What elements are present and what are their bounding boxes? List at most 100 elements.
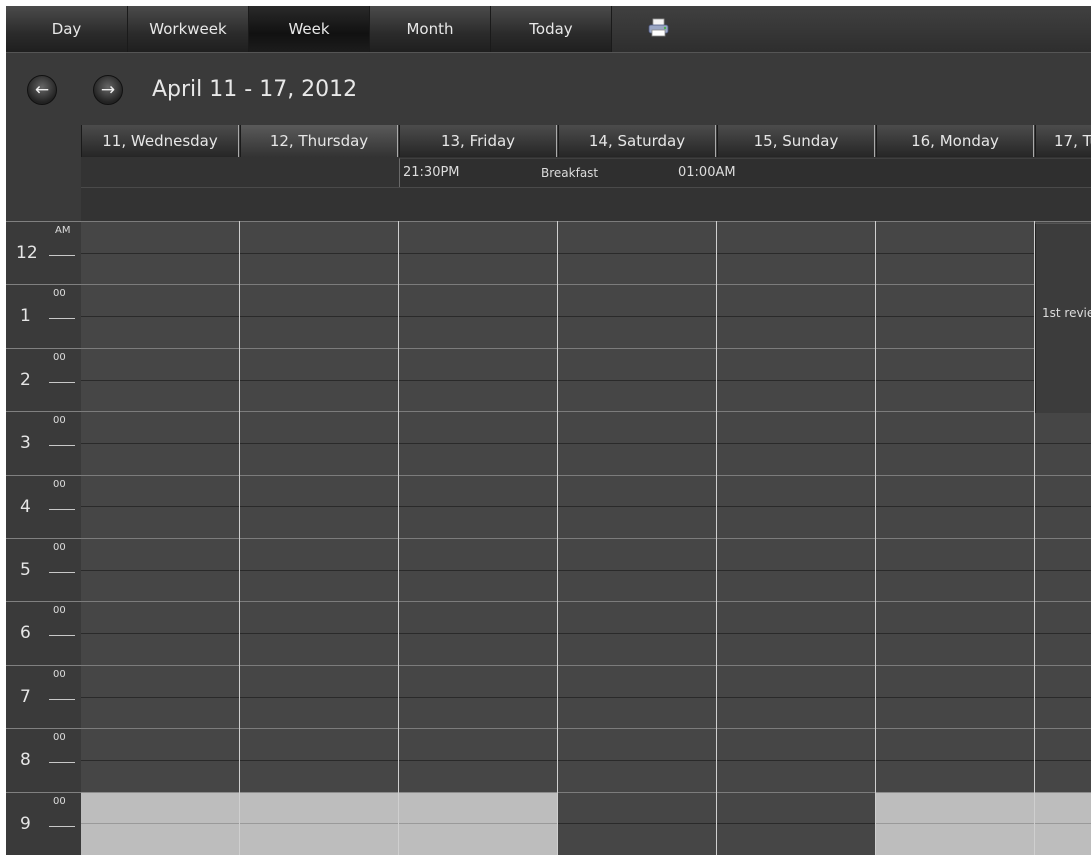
workweek-view-button[interactable]: Workweek bbox=[128, 6, 249, 52]
time-slot[interactable] bbox=[81, 601, 239, 634]
time-slot[interactable] bbox=[81, 759, 239, 792]
time-slot[interactable] bbox=[399, 538, 557, 570]
time-slot[interactable] bbox=[876, 633, 1034, 666]
time-slot[interactable] bbox=[1035, 411, 1091, 444]
time-slot[interactable] bbox=[558, 316, 716, 349]
day-header-tuesday[interactable]: 17, Tuesday bbox=[1035, 125, 1091, 157]
time-slot[interactable] bbox=[399, 633, 557, 666]
time-slot[interactable] bbox=[1035, 696, 1091, 729]
time-slot[interactable] bbox=[240, 791, 398, 824]
time-slot[interactable] bbox=[399, 347, 557, 380]
time-slot[interactable] bbox=[717, 633, 875, 666]
time-slot[interactable] bbox=[399, 664, 557, 697]
time-slot[interactable] bbox=[81, 411, 239, 444]
day-header-monday[interactable]: 16, Monday bbox=[876, 125, 1034, 157]
time-slot[interactable] bbox=[1035, 601, 1091, 634]
day-header-sunday[interactable]: 15, Sunday bbox=[717, 125, 875, 157]
time-slot[interactable] bbox=[876, 379, 1034, 412]
time-slot[interactable] bbox=[240, 252, 398, 285]
time-slot[interactable] bbox=[558, 601, 716, 634]
time-slot[interactable] bbox=[81, 569, 239, 602]
day-header-friday[interactable]: 13, Friday bbox=[399, 125, 557, 157]
time-slot[interactable] bbox=[399, 569, 557, 602]
time-slot[interactable] bbox=[399, 759, 557, 792]
day-header-thursday[interactable]: 12, Thursday bbox=[240, 125, 398, 157]
time-slot[interactable] bbox=[717, 347, 875, 380]
time-slot[interactable] bbox=[558, 474, 716, 507]
time-slot[interactable] bbox=[876, 411, 1034, 444]
time-slot[interactable] bbox=[558, 759, 716, 792]
time-slot[interactable] bbox=[717, 601, 875, 634]
time-slot[interactable] bbox=[717, 664, 875, 697]
time-slot[interactable] bbox=[558, 823, 716, 855]
time-slot[interactable] bbox=[876, 759, 1034, 792]
time-slot[interactable] bbox=[240, 759, 398, 792]
month-view-button[interactable]: Month bbox=[370, 6, 491, 52]
time-slot[interactable] bbox=[876, 569, 1034, 602]
time-slot[interactable] bbox=[717, 474, 875, 507]
time-slot[interactable] bbox=[399, 696, 557, 729]
time-slot[interactable] bbox=[717, 759, 875, 792]
time-slot[interactable] bbox=[717, 506, 875, 539]
time-slot[interactable] bbox=[240, 664, 398, 697]
time-slot[interactable] bbox=[558, 347, 716, 380]
time-slot[interactable] bbox=[240, 506, 398, 539]
time-slot[interactable] bbox=[81, 791, 239, 824]
time-slot[interactable] bbox=[876, 664, 1034, 697]
time-slot[interactable] bbox=[876, 347, 1034, 380]
day-view-button[interactable]: Day bbox=[6, 6, 128, 52]
day-header-wednesday[interactable]: 11, Wednesday bbox=[81, 125, 239, 157]
all-day-event[interactable]: 21:30PM Breakfast 01:00AM bbox=[399, 158, 1091, 187]
time-slot[interactable] bbox=[876, 284, 1034, 317]
time-slot[interactable] bbox=[240, 379, 398, 412]
time-slot[interactable] bbox=[717, 316, 875, 349]
time-slot[interactable] bbox=[558, 791, 716, 824]
time-slot[interactable] bbox=[399, 823, 557, 855]
time-slot[interactable] bbox=[81, 728, 239, 761]
time-slot[interactable] bbox=[1035, 664, 1091, 697]
printer-icon[interactable] bbox=[648, 18, 670, 38]
time-slot[interactable] bbox=[81, 221, 239, 253]
time-slot[interactable] bbox=[558, 538, 716, 570]
time-slot[interactable] bbox=[558, 284, 716, 317]
time-slot[interactable] bbox=[558, 569, 716, 602]
time-slot[interactable] bbox=[240, 411, 398, 444]
time-slot[interactable] bbox=[558, 664, 716, 697]
time-slot[interactable] bbox=[558, 696, 716, 729]
time-slot[interactable] bbox=[1035, 823, 1091, 855]
day-header-saturday[interactable]: 14, Saturday bbox=[558, 125, 716, 157]
time-slot[interactable] bbox=[558, 442, 716, 475]
time-slot[interactable] bbox=[240, 284, 398, 317]
time-slot[interactable] bbox=[399, 252, 557, 285]
time-slot[interactable] bbox=[558, 379, 716, 412]
all-day-row[interactable]: 21:30PM Breakfast 01:00AM bbox=[81, 157, 1091, 222]
time-slot[interactable] bbox=[81, 252, 239, 285]
time-slot[interactable] bbox=[81, 506, 239, 539]
time-slot[interactable] bbox=[399, 379, 557, 412]
time-slot[interactable] bbox=[240, 823, 398, 855]
time-slot[interactable] bbox=[399, 221, 557, 253]
time-slot[interactable] bbox=[81, 474, 239, 507]
time-slot[interactable] bbox=[240, 474, 398, 507]
time-slot[interactable] bbox=[717, 569, 875, 602]
time-slot[interactable] bbox=[717, 221, 875, 253]
time-slot[interactable] bbox=[240, 221, 398, 253]
time-slot[interactable] bbox=[81, 347, 239, 380]
time-slot[interactable] bbox=[717, 538, 875, 570]
time-slot[interactable] bbox=[876, 474, 1034, 507]
time-slot[interactable] bbox=[717, 791, 875, 824]
time-slot[interactable] bbox=[558, 506, 716, 539]
time-slot[interactable] bbox=[876, 506, 1034, 539]
time-slot[interactable] bbox=[81, 284, 239, 317]
time-slot[interactable] bbox=[876, 601, 1034, 634]
time-slot[interactable] bbox=[876, 316, 1034, 349]
time-slot[interactable] bbox=[876, 221, 1034, 253]
time-slot[interactable] bbox=[558, 728, 716, 761]
week-view-button[interactable]: Week bbox=[249, 6, 370, 52]
time-slot[interactable] bbox=[1035, 633, 1091, 666]
time-slot[interactable] bbox=[399, 728, 557, 761]
time-slot[interactable] bbox=[1035, 569, 1091, 602]
time-slot[interactable] bbox=[240, 347, 398, 380]
today-button[interactable]: Today bbox=[491, 6, 612, 52]
time-slot[interactable] bbox=[81, 538, 239, 570]
